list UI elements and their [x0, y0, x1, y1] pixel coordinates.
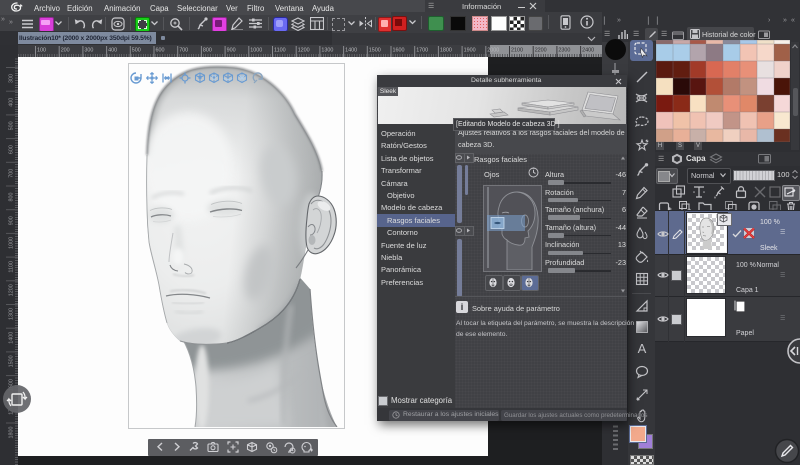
- svg-text:2300: 2300: [558, 48, 570, 54]
- svg-text:1300: 1300: [9, 308, 15, 320]
- svg-text:1400: 1400: [345, 48, 357, 54]
- svg-text:1700: 1700: [416, 48, 428, 54]
- svg-text:700: 700: [179, 48, 188, 54]
- svg-text:1100: 1100: [9, 261, 15, 273]
- svg-text:800: 800: [203, 48, 212, 54]
- svg-text:300: 300: [9, 74, 15, 83]
- svg-text:200: 200: [61, 48, 70, 54]
- svg-text:2400: 2400: [582, 48, 594, 54]
- svg-text:100: 100: [37, 48, 46, 54]
- svg-text:1500: 1500: [9, 355, 15, 367]
- svg-text:500: 500: [9, 121, 15, 130]
- svg-text:1500: 1500: [369, 48, 381, 54]
- svg-text:2100: 2100: [511, 48, 523, 54]
- svg-text:1100: 1100: [274, 48, 286, 54]
- svg-text:800: 800: [9, 193, 15, 202]
- svg-text:1200: 1200: [9, 284, 15, 296]
- svg-text:400: 400: [108, 48, 117, 54]
- svg-text:700: 700: [9, 169, 15, 178]
- svg-text:1200: 1200: [298, 48, 310, 54]
- svg-text:1900: 1900: [464, 48, 476, 54]
- svg-text:1800: 1800: [440, 48, 452, 54]
- svg-text:400: 400: [9, 98, 15, 107]
- svg-text:2200: 2200: [535, 48, 547, 54]
- svg-text:600: 600: [156, 48, 165, 54]
- svg-text:600: 600: [9, 145, 15, 154]
- svg-text:900: 900: [227, 48, 236, 54]
- svg-text:2000: 2000: [487, 48, 499, 54]
- svg-text:500: 500: [132, 48, 141, 54]
- svg-text:900: 900: [9, 216, 15, 225]
- svg-text:A: A: [637, 341, 646, 355]
- svg-text:1000: 1000: [250, 48, 262, 54]
- svg-text:1800: 1800: [9, 427, 15, 439]
- svg-text:1300: 1300: [321, 48, 333, 54]
- svg-text:1400: 1400: [9, 332, 15, 344]
- svg-text:1000: 1000: [9, 237, 15, 249]
- svg-text:300: 300: [84, 48, 93, 54]
- svg-text:1600: 1600: [393, 48, 405, 54]
